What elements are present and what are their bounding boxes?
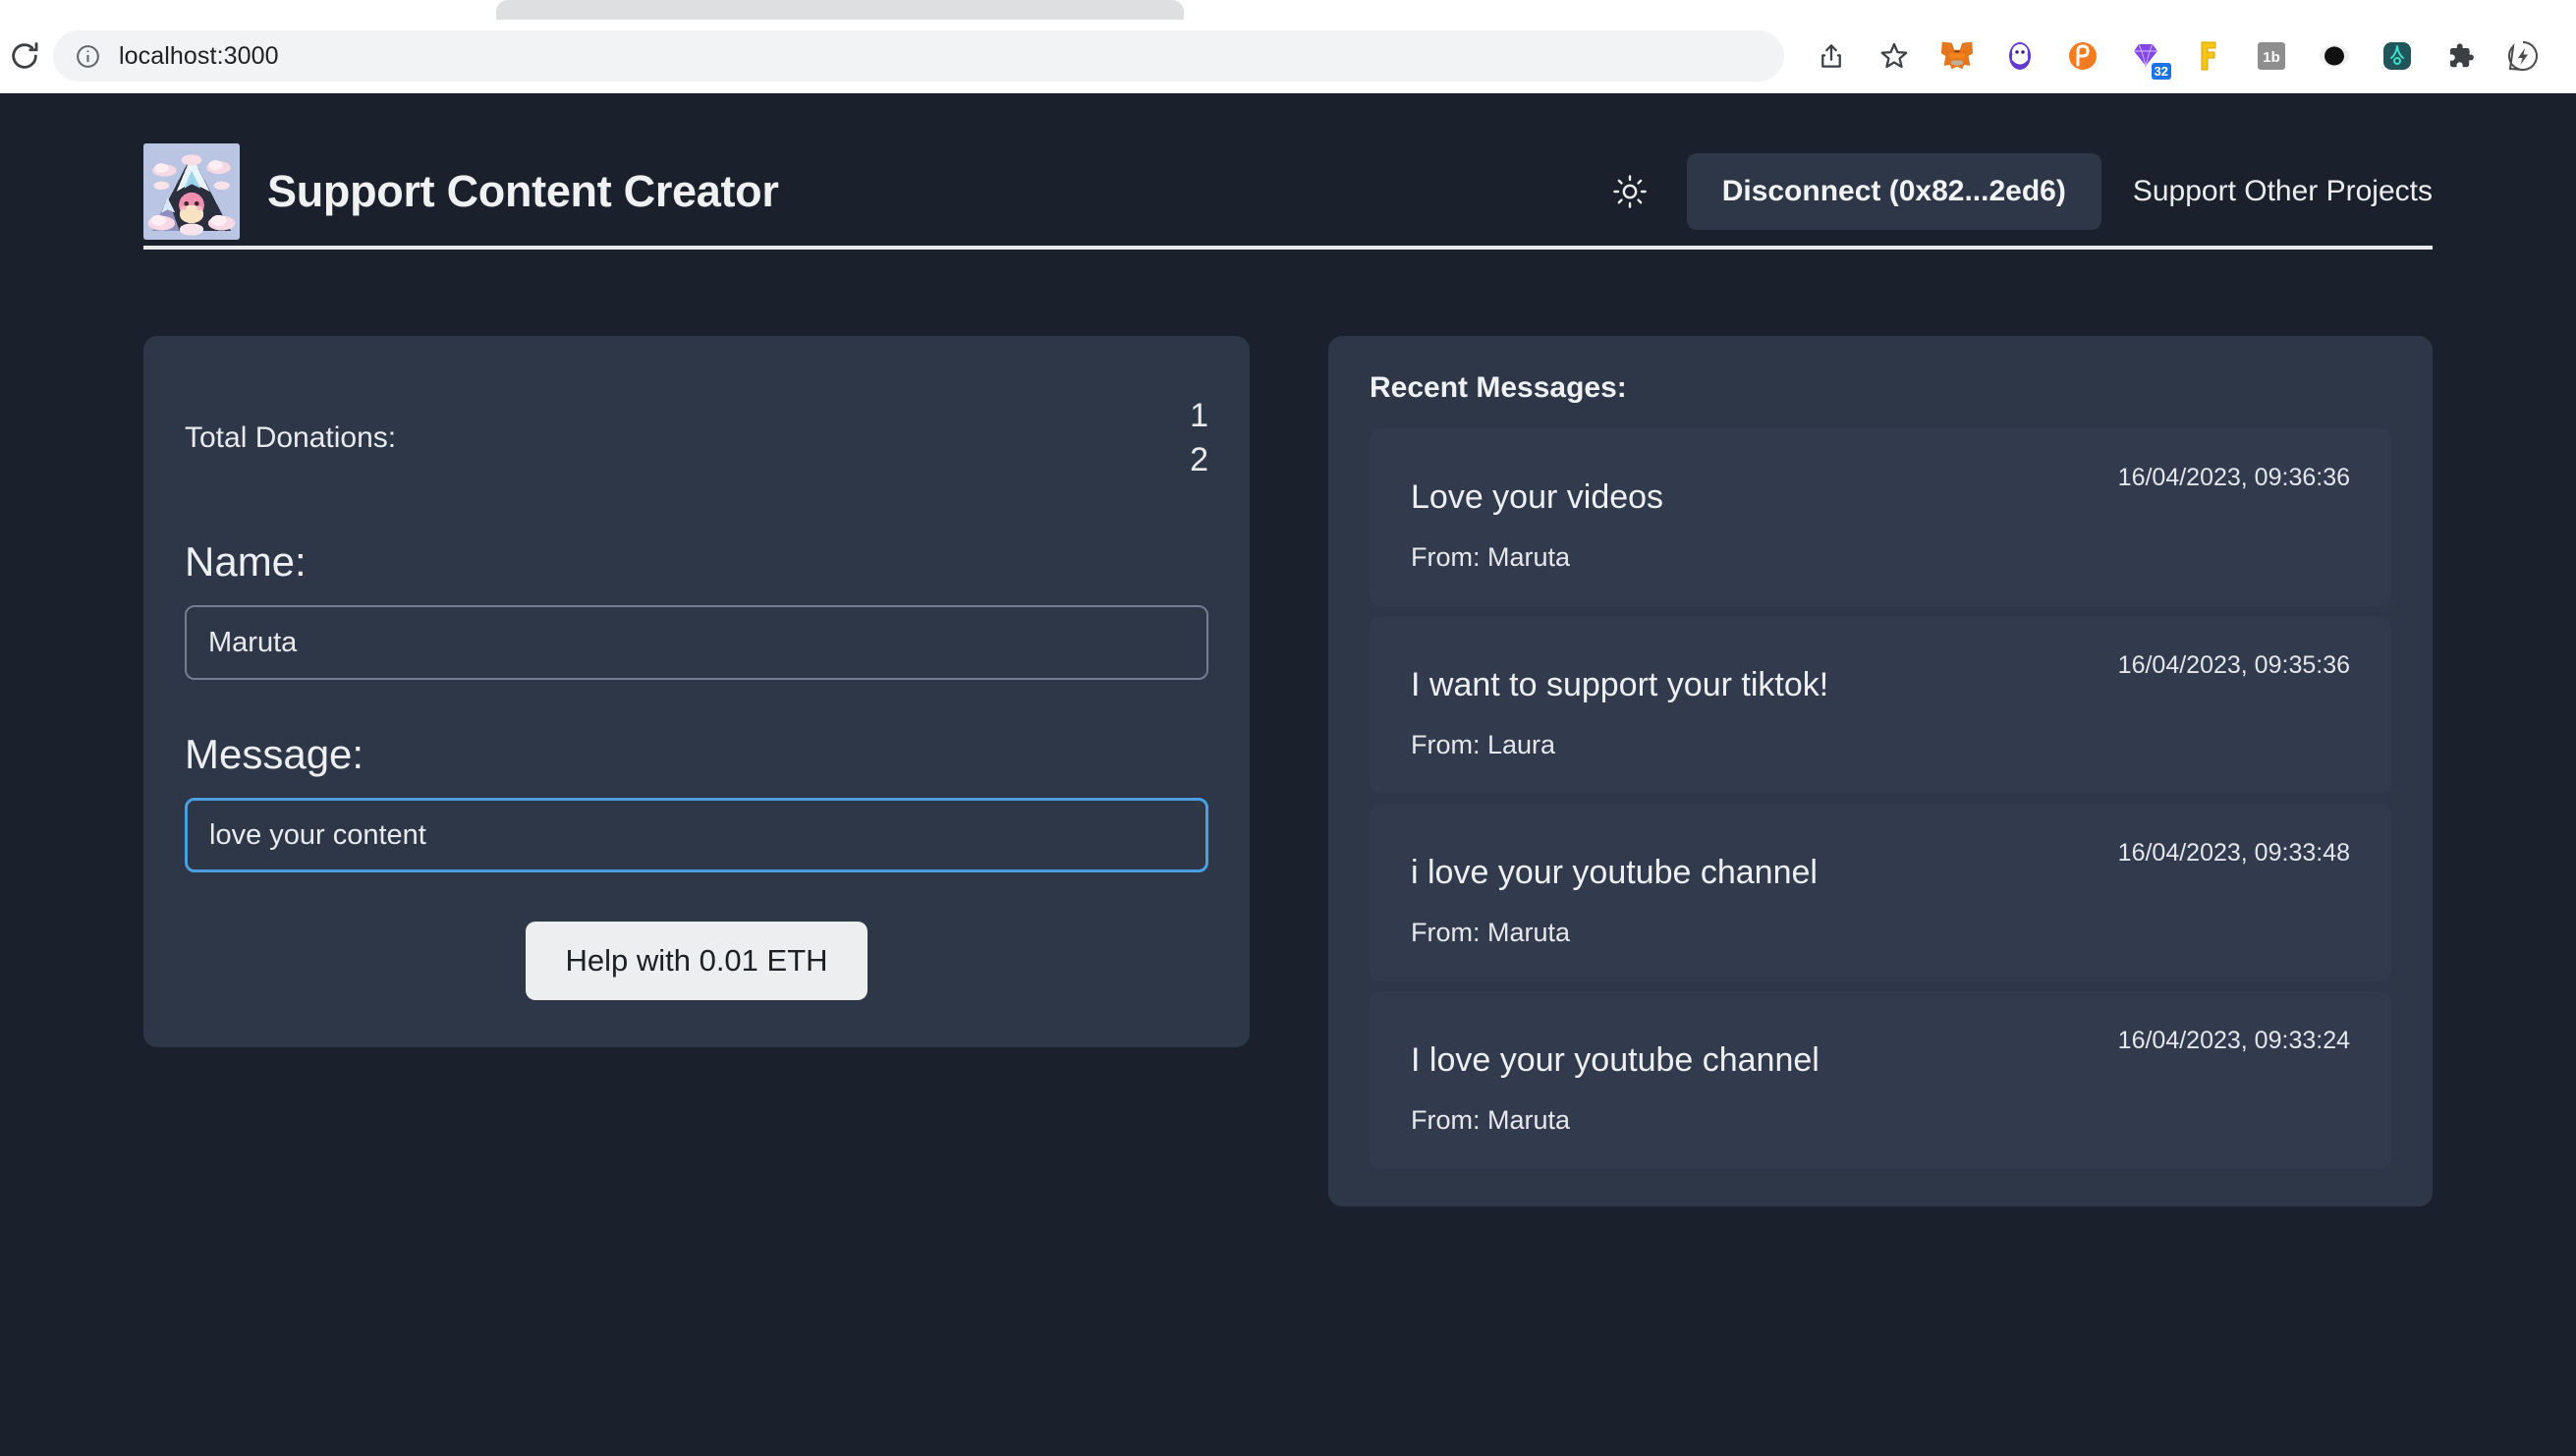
black-oval-extension-icon[interactable] — [2303, 30, 2366, 82]
total-donations-row: Total Donations: 12 — [185, 389, 1208, 487]
message-sender: From: Maruta — [1411, 541, 1571, 572]
main-content: Total Donations: 12 Name: Message: Help … — [143, 250, 2433, 1206]
browser-tab-inactive[interactable] — [496, 0, 1184, 20]
ruler-extension-icon[interactable] — [2177, 30, 2240, 82]
message-sender: From: Maruta — [1411, 1104, 1571, 1135]
reload-button[interactable] — [0, 39, 53, 73]
svg-text:1b: 1b — [2263, 49, 2280, 66]
list-item[interactable]: i love your youtube channel 16/04/2023, … — [1370, 803, 2391, 981]
puzzle-extensions-icon[interactable] — [2429, 30, 2492, 82]
message-header: Love your videos 16/04/2023, 09:36:36 — [1411, 458, 2350, 521]
mountain-pixel-logo — [143, 143, 240, 240]
message-timestamp: 16/04/2023, 09:33:24 — [2117, 1026, 2350, 1054]
browser-toolbar-icons: 32 1b — [1800, 30, 2554, 82]
message-header: I want to support your tiktok! 16/04/202… — [1411, 645, 2350, 708]
message-sender: From: Maruta — [1411, 917, 1571, 947]
messages-list: Love your videos 16/04/2023, 09:36:36 Fr… — [1370, 428, 2391, 1169]
submit-row: Help with 0.01 ETH — [185, 922, 1208, 1000]
list-item[interactable]: Love your videos 16/04/2023, 09:36:36 Fr… — [1370, 428, 2391, 606]
header-actions: Disconnect (0x82...2ed6) Support Other P… — [1600, 153, 2433, 230]
message-timestamp: 16/04/2023, 09:36:36 — [2117, 464, 2350, 491]
message-input[interactable] — [185, 798, 1208, 872]
message-text: Love your videos — [1411, 478, 1664, 516]
bookmark-star-icon[interactable] — [1863, 30, 1926, 82]
message-timestamp: 16/04/2023, 09:33:48 — [2117, 838, 2350, 867]
ghost-extension-icon[interactable] — [1988, 30, 2051, 82]
brand: Support Content Creator — [143, 143, 779, 240]
phantom-extension-icon[interactable] — [2051, 30, 2114, 82]
address-bar[interactable]: localhost:3000 — [53, 30, 1784, 82]
name-input[interactable] — [185, 605, 1208, 680]
address-bar-url: localhost:3000 — [119, 41, 279, 70]
message-text: I want to support your tiktok! — [1411, 665, 1829, 703]
message-timestamp: 16/04/2023, 09:35:36 — [2117, 650, 2350, 679]
name-label: Name: — [185, 538, 307, 585]
list-item[interactable]: I love your youtube channel 16/04/2023, … — [1370, 990, 2391, 1169]
browser-chrome: localhost:3000 32 1b — [0, 0, 2576, 93]
total-donations-value: 12 — [1190, 396, 1208, 478]
message-header: I love your youtube channel 16/04/2023, … — [1411, 1021, 2350, 1084]
site-info-icon[interactable] — [75, 43, 101, 70]
diamond-extension-icon[interactable]: 32 — [2114, 30, 2177, 82]
lightning-extension-icon[interactable] — [2492, 30, 2554, 82]
recent-messages-title: Recent Messages: — [1370, 371, 1627, 404]
browser-toolbar: localhost:3000 32 1b — [0, 20, 2576, 93]
tabstrip-left-cap — [0, 0, 29, 20]
page-title: Support Content Creator — [267, 166, 779, 216]
message-text: I love your youtube channel — [1411, 1040, 1820, 1079]
metamask-extension-icon[interactable] — [1926, 30, 1988, 82]
share-icon[interactable] — [1800, 30, 1863, 82]
browser-tabstrip — [0, 0, 2576, 20]
support-other-projects-link[interactable]: Support Other Projects — [2133, 175, 2433, 208]
app-page: Support Content Creator Disconnect (0x82… — [0, 93, 2576, 1456]
app-header: Support Content Creator Disconnect (0x82… — [143, 93, 2433, 246]
help-with-eth-button[interactable]: Help with 0.01 ETH — [526, 922, 868, 1000]
disconnect-wallet-button[interactable]: Disconnect (0x82...2ed6) — [1686, 153, 2101, 230]
message-text: i love your youtube channel — [1411, 853, 1818, 891]
total-donations-label: Total Donations: — [185, 421, 397, 454]
message-sender: From: Laura — [1411, 729, 1556, 759]
list-item[interactable]: I want to support your tiktok! 16/04/202… — [1370, 615, 2391, 794]
browser-tab-active[interactable] — [29, 0, 491, 20]
page-container: Support Content Creator Disconnect (0x82… — [143, 93, 2433, 1206]
message-label: Message: — [185, 731, 364, 777]
message-header: i love your youtube channel 16/04/2023, … — [1411, 833, 2350, 896]
reload-icon — [12, 42, 38, 69]
teal-extension-icon[interactable] — [2366, 30, 2429, 82]
1b-extension-icon[interactable]: 1b — [2240, 30, 2303, 82]
sun-icon[interactable] — [1600, 162, 1659, 221]
recent-messages-panel: Recent Messages: Love your videos 16/04/… — [1328, 336, 2433, 1206]
extension-badge-count: 32 — [2151, 63, 2171, 80]
donation-panel: Total Donations: 12 Name: Message: Help … — [143, 336, 1250, 1047]
